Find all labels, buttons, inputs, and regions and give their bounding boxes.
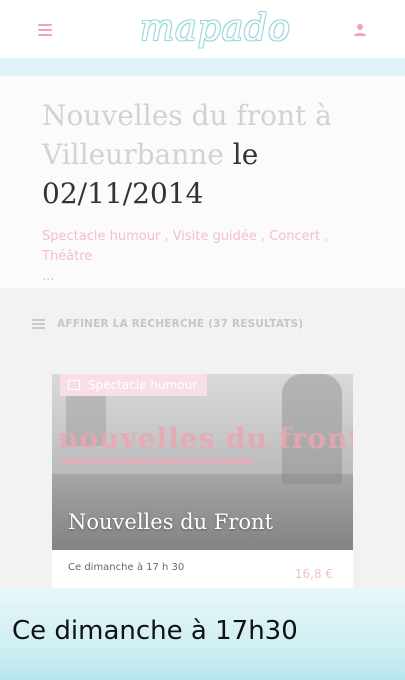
- caption-text: Ce dimanche à 17h30: [12, 616, 298, 646]
- theater-icon: [68, 380, 80, 390]
- category-more: ...: [42, 269, 55, 284]
- refine-search-label: AFFINER LA RECHERCHE (37 RESULTATS): [57, 318, 304, 330]
- category-badge[interactable]: Spectacle humour: [60, 374, 208, 396]
- category-list: Spectacle humour , Visite guidée , Conce…: [42, 227, 365, 287]
- category-badge-label: Spectacle humour: [88, 378, 198, 392]
- top-bar: mapado: [0, 0, 405, 58]
- event-price: 16,8 €: [294, 567, 333, 581]
- page-title: Nouvelles du front à Villeurbanne le 02/…: [42, 96, 365, 213]
- user-icon[interactable]: [353, 22, 367, 36]
- event-title[interactable]: Nouvelles du Front: [68, 510, 273, 534]
- poster-artwork: nouvelles du front: [58, 422, 353, 455]
- logo[interactable]: mapado: [140, 8, 291, 49]
- event-card[interactable]: nouvelles du front Spectacle humour Nouv…: [52, 374, 353, 590]
- refine-search-button[interactable]: AFFINER LA RECHERCHE (37 RESULTATS): [32, 318, 303, 330]
- event-time: Ce dimanche à 17 h 30: [68, 562, 185, 573]
- hamburger-menu-icon[interactable]: [38, 24, 54, 36]
- header-band: [0, 58, 405, 76]
- page-title-part1: Nouvelles du front à Villeurbanne: [42, 99, 332, 171]
- caption-banner: Ce dimanche à 17h30: [0, 588, 405, 680]
- category-links[interactable]: Spectacle humour , Visite guidée , Conce…: [42, 229, 328, 264]
- list-icon: [32, 319, 45, 329]
- hero-section: Nouvelles du front à Villeurbanne le 02/…: [0, 76, 405, 288]
